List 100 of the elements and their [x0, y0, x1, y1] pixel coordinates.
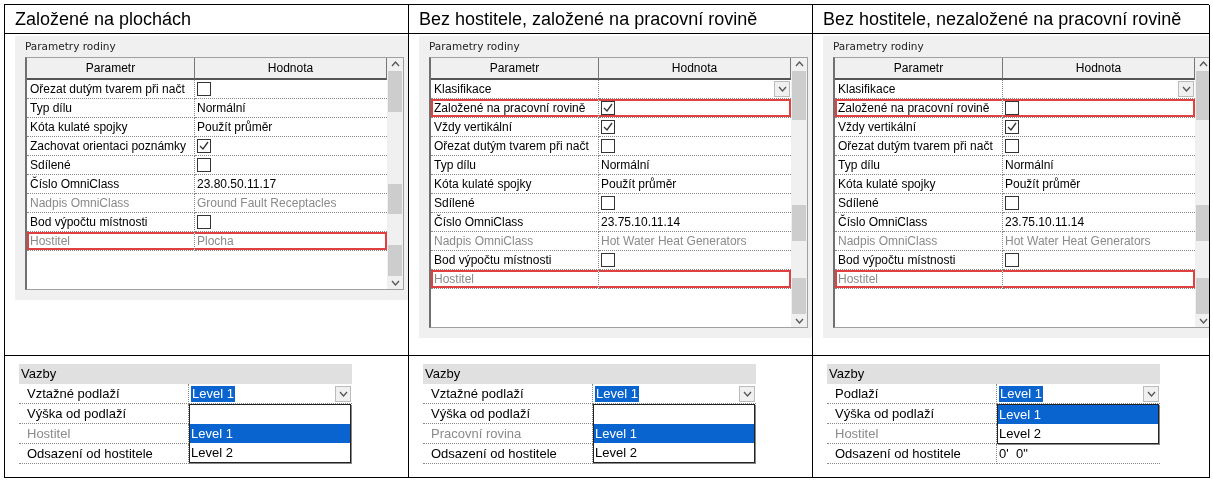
column-header: Hodnota	[195, 58, 387, 80]
parameter-name: Nadpis OmniClass	[27, 194, 195, 213]
chevron-up-icon[interactable]	[390, 61, 400, 67]
property-name: Vztažné podlaží	[423, 384, 593, 404]
checkbox[interactable]	[601, 139, 615, 153]
section-header: Vazby	[827, 364, 1160, 384]
parameter-name: Sdílené	[27, 156, 195, 175]
checkbox[interactable]	[1005, 253, 1019, 267]
parameter-name: Kóta kulaté spojky	[835, 175, 1003, 194]
dropdown-option[interactable]: Level 1	[594, 424, 754, 443]
column-header: Hodnota	[1003, 58, 1195, 80]
column-header: Parametr	[835, 58, 1003, 80]
parameter-name: Ořezat dutým tvarem při načt	[835, 137, 1003, 156]
checkbox[interactable]	[601, 253, 615, 267]
column-title: Bez hostitele, nezaložené na pracovní rovině	[813, 5, 1210, 34]
dropdown-option[interactable]: Level 1	[998, 405, 1158, 424]
checkbox[interactable]	[1005, 120, 1019, 134]
value-text: Normální	[601, 157, 650, 174]
parameter-name: Zachovat orientaci poznámky	[27, 137, 195, 156]
parameter-name: Založené na pracovní rovině	[431, 99, 599, 118]
chevron-up-icon[interactable]	[794, 61, 804, 67]
property-name: Podlaží	[827, 384, 997, 404]
dropdown-button[interactable]	[335, 385, 351, 402]
column-title: Bez hostitele, založené na pracovní rovině	[409, 5, 813, 34]
property-name: Odsazení od hostitele	[827, 444, 997, 464]
dropdown-button[interactable]	[774, 81, 790, 97]
dropdown-button[interactable]	[1143, 385, 1159, 402]
parameter-name: Založené na pracovní rovině	[835, 99, 1003, 118]
chevron-down-icon[interactable]	[1146, 390, 1156, 397]
column-header: Parametr	[27, 58, 195, 80]
parameter-name: Bod výpočtu místnosti	[431, 251, 599, 270]
parameter-name: Číslo OmniClass	[431, 213, 599, 232]
parameter-name: Číslo OmniClass	[27, 175, 195, 194]
scrollbar[interactable]	[791, 58, 807, 327]
column-title: Založené na plochách	[5, 5, 409, 34]
checkbox[interactable]	[197, 82, 211, 96]
selected-value[interactable]: Level 1	[999, 385, 1043, 402]
value-text: Hot Water Heat Generators	[601, 233, 747, 250]
value-text: Použít průměr	[1005, 176, 1081, 193]
chevron-down-icon[interactable]	[338, 390, 348, 397]
checkbox[interactable]	[197, 215, 211, 229]
parameter-name: Bod výpočtu místnosti	[27, 213, 195, 232]
parameter-name: Klasifikace	[431, 80, 599, 99]
section-header: Vazby	[423, 364, 756, 384]
value-text: 0' 0"	[999, 446, 1028, 461]
checkmark-icon	[199, 141, 209, 151]
column-header: Hodnota	[599, 58, 791, 80]
value-text: 23.80.50.11.17	[197, 176, 277, 193]
value-text: Použít průměr	[601, 176, 677, 193]
value-text: Plocha	[197, 233, 234, 250]
chevron-down-icon[interactable]	[742, 390, 752, 397]
chevron-down-icon[interactable]	[777, 86, 787, 92]
selected-value[interactable]: Level 1	[595, 385, 639, 402]
value-text: Použít průměr	[197, 119, 273, 136]
parameter-name: Typ dílu	[27, 99, 195, 118]
parameter-name: Ořezat dutým tvarem při načt	[27, 80, 195, 99]
value-text: 23.75.10.11.14	[1005, 214, 1085, 231]
parameter-name: Typ dílu	[835, 156, 1003, 175]
chevron-down-icon[interactable]	[794, 318, 804, 324]
checkbox[interactable]	[1005, 101, 1019, 115]
chevron-down-icon[interactable]	[390, 280, 400, 286]
value-text: 23.75.10.11.14	[601, 214, 681, 231]
parameter-name: Hostitel	[27, 232, 195, 251]
group-label: Parametry rodiny	[25, 40, 116, 52]
parameter-name: Klasifikace	[835, 80, 1003, 99]
parameter-name: Nadpis OmniClass	[835, 232, 1003, 251]
checkbox[interactable]	[601, 101, 615, 115]
dropdown-option[interactable]: Level 1	[190, 424, 350, 443]
checkbox[interactable]	[197, 158, 211, 172]
chevron-up-icon[interactable]	[1198, 61, 1208, 67]
chevron-down-icon[interactable]	[1181, 86, 1191, 92]
dropdown-button[interactable]	[739, 385, 755, 402]
checkbox[interactable]	[601, 120, 615, 134]
checkmark-icon	[1007, 122, 1017, 132]
parameter-name: Nadpis OmniClass	[431, 232, 599, 251]
value-text: Normální	[1005, 157, 1054, 174]
parameter-name: Bod výpočtu místnosti	[835, 251, 1003, 270]
value-text: Normální	[197, 100, 246, 117]
chevron-down-icon[interactable]	[1198, 318, 1208, 324]
checkbox[interactable]	[601, 196, 615, 210]
parameter-name: Kóta kulaté spojky	[27, 118, 195, 137]
section-header: Vazby	[19, 364, 352, 384]
parameter-name: Vždy vertikální	[431, 118, 599, 137]
property-name: Vztažné podlaží	[19, 384, 189, 404]
parameter-name: Typ dílu	[431, 156, 599, 175]
dropdown-button[interactable]	[1178, 81, 1194, 97]
column-header: Parametr	[431, 58, 599, 80]
parameter-name: Sdílené	[835, 194, 1003, 213]
scrollbar[interactable]	[1195, 58, 1209, 327]
scrollbar[interactable]	[387, 58, 403, 289]
selected-value[interactable]: Level 1	[191, 385, 235, 402]
parameter-name: Sdílené	[431, 194, 599, 213]
group-label: Parametry rodiny	[833, 40, 924, 52]
parameter-name: Hostitel	[431, 270, 599, 289]
group-label: Parametry rodiny	[429, 40, 520, 52]
parameter-name: Ořezat dutým tvarem při načt	[431, 137, 599, 156]
checkbox[interactable]	[1005, 196, 1019, 210]
checkbox[interactable]	[197, 139, 211, 153]
checkbox[interactable]	[1005, 139, 1019, 153]
parameter-name: Hostitel	[835, 270, 1003, 289]
